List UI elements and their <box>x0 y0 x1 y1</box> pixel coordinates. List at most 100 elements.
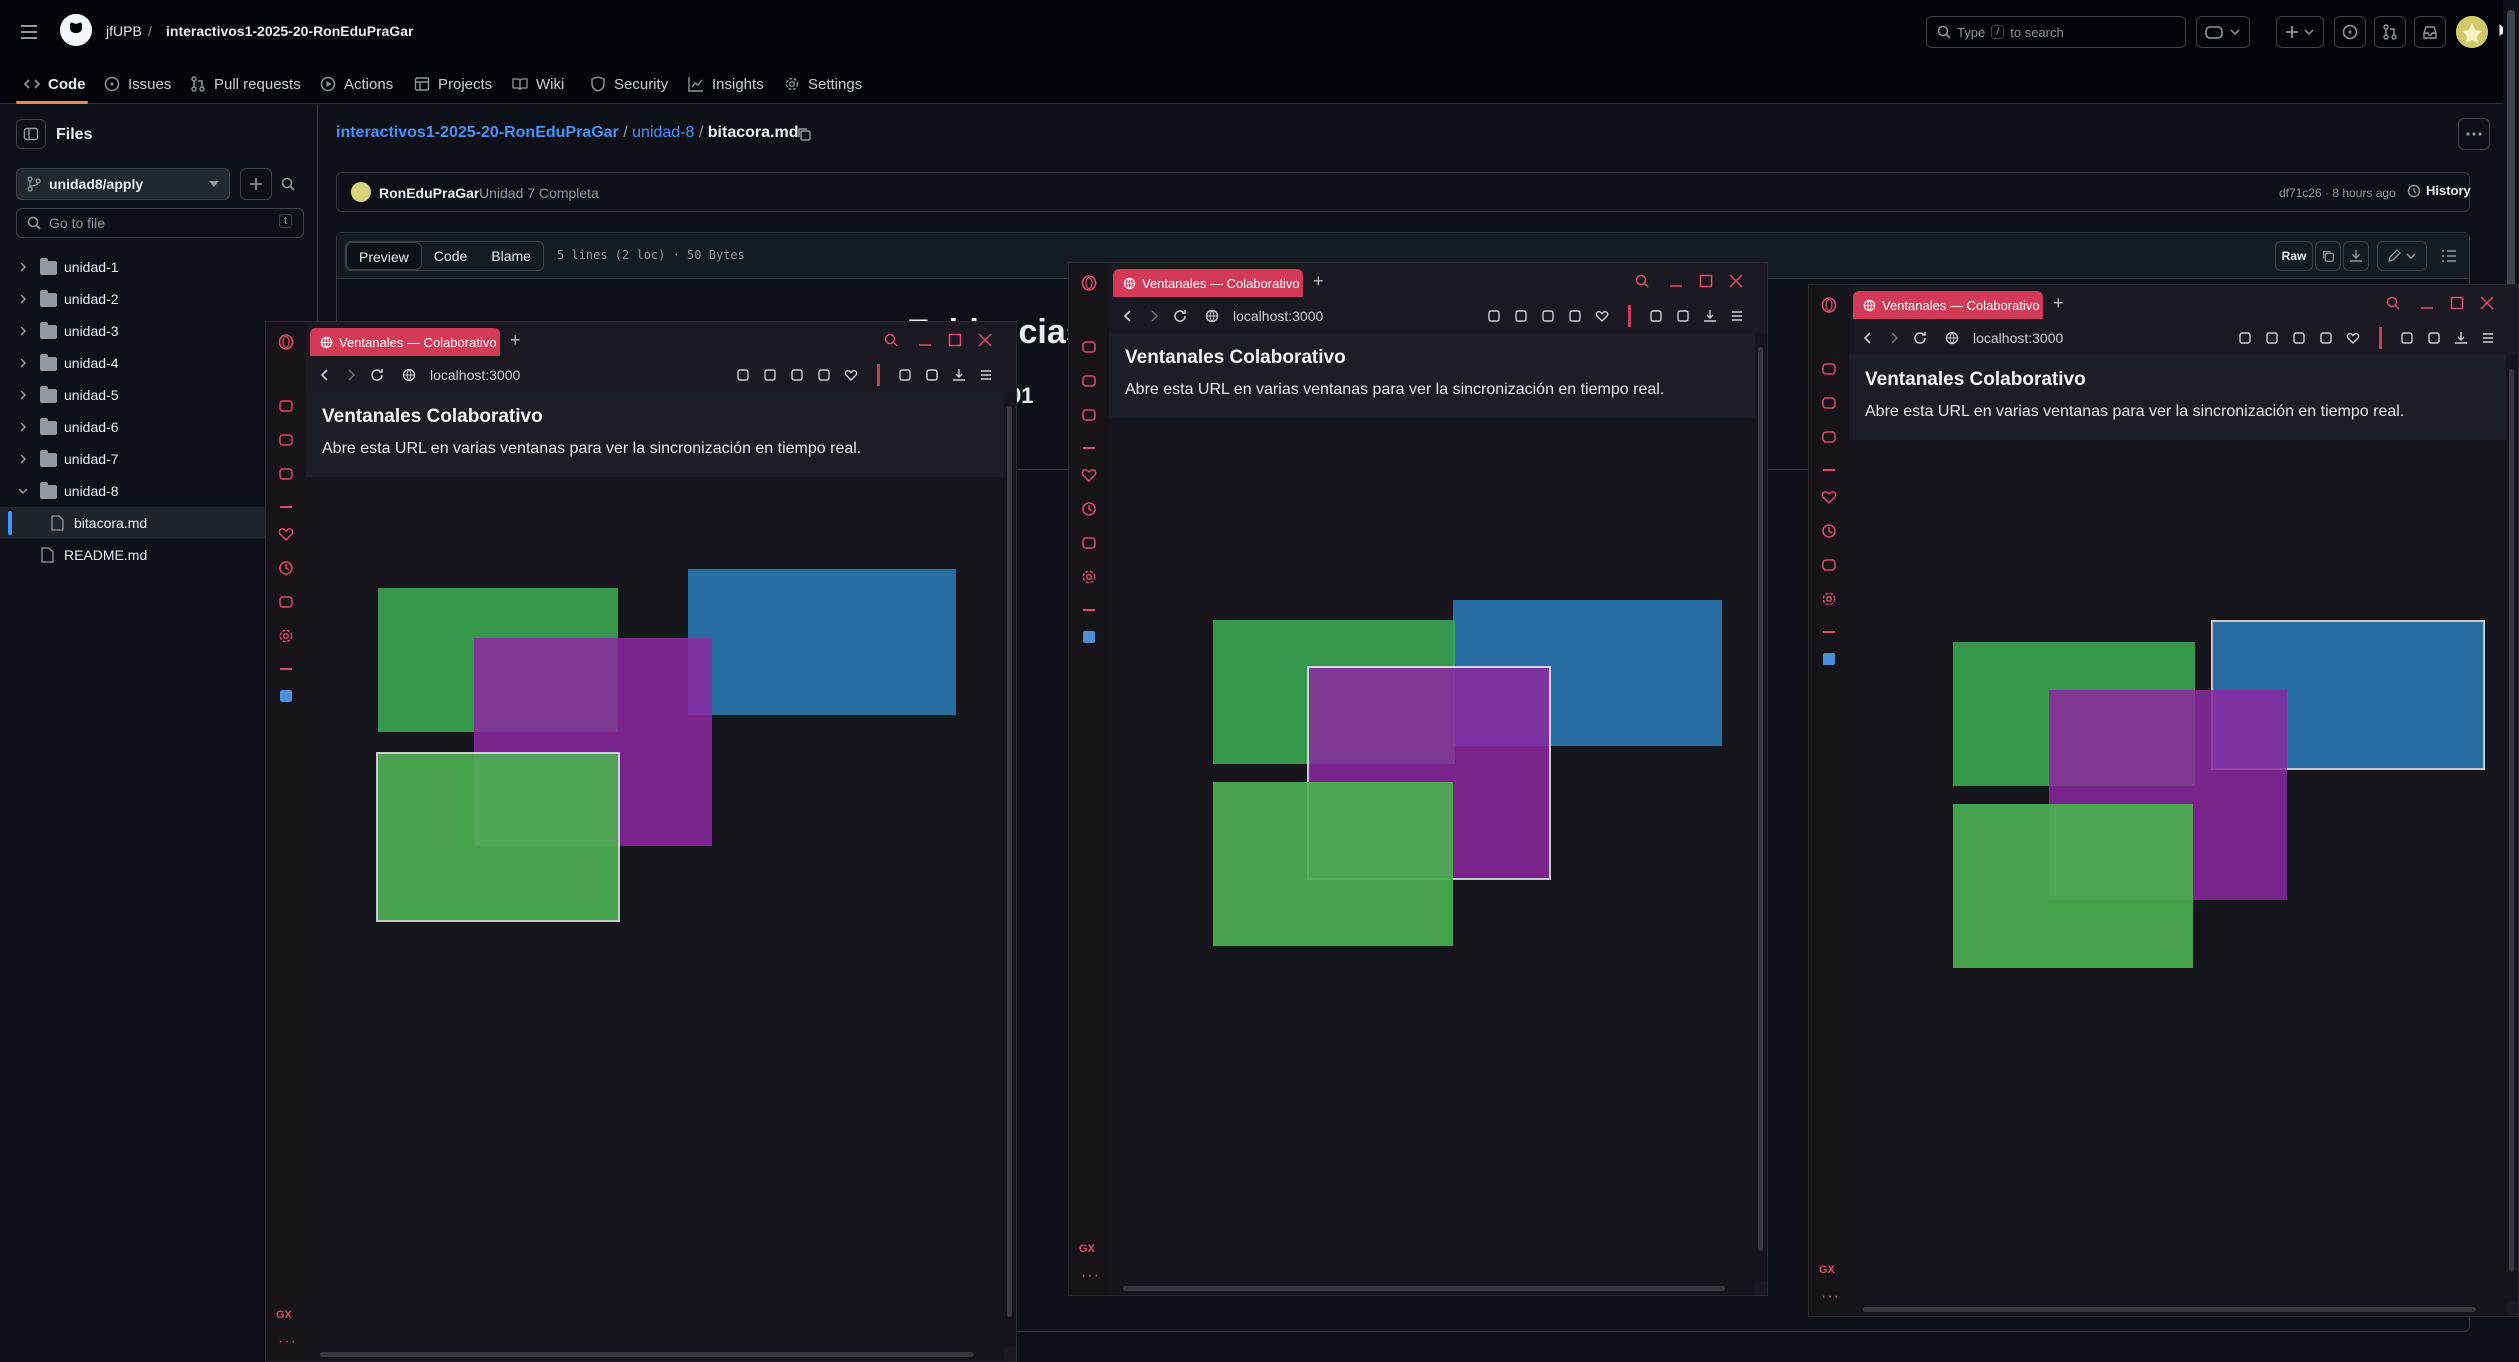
edit-button[interactable] <box>2377 241 2427 271</box>
easy-setup-icon[interactable] <box>2427 331 2441 345</box>
close-icon[interactable] <box>978 333 992 347</box>
new-tab-icon[interactable]: + <box>2053 293 2064 314</box>
browser-tab[interactable]: Ventanales — Colaborativo <box>1853 291 2043 319</box>
tab-blame[interactable]: Blame <box>479 242 543 270</box>
search-icon[interactable] <box>884 333 898 347</box>
settings-icon[interactable] <box>1821 591 1837 607</box>
extensions-icon[interactable] <box>1081 535 1097 551</box>
commit-hash-time[interactable]: df71c26 · 8 hours ago <box>2279 186 2396 200</box>
new-tab-icon[interactable]: + <box>1313 271 1324 292</box>
repo-link[interactable]: interactivos1-2025-20-RonEduPraGar <box>166 23 413 39</box>
tab-actions[interactable]: Actions <box>320 64 393 104</box>
tab-settings[interactable]: Settings <box>784 64 862 104</box>
tab-wiki[interactable]: Wiki <box>512 64 564 104</box>
easy-setup-icon[interactable] <box>925 368 939 382</box>
url-field[interactable]: localhost:3000 <box>1973 330 2063 346</box>
vertical-scrollbar-thumb[interactable] <box>1758 347 1763 1251</box>
heart-icon[interactable] <box>278 526 294 542</box>
tree-folder-item[interactable]: unidad-2 <box>0 283 316 315</box>
history-icon[interactable] <box>1081 501 1097 517</box>
speed-dial-icon[interactable] <box>278 432 294 448</box>
heart-icon[interactable] <box>844 368 858 382</box>
heart-icon[interactable] <box>1081 467 1097 483</box>
raw-button[interactable]: Raw <box>2275 241 2313 271</box>
heart-icon[interactable] <box>1595 309 1609 323</box>
menu-icon[interactable] <box>979 368 993 382</box>
horizontal-scrollbar[interactable] <box>1109 1281 1755 1295</box>
browser-tab[interactable]: Ventanales — Colaborativo <box>1113 269 1303 297</box>
adblock-icon[interactable] <box>790 368 804 382</box>
download-icon[interactable] <box>1703 309 1717 323</box>
download-icon[interactable] <box>952 368 966 382</box>
copy-path-icon[interactable] <box>796 126 812 142</box>
download-button[interactable] <box>2343 241 2369 271</box>
back-icon[interactable] <box>1121 309 1135 323</box>
app-icon[interactable] <box>1821 651 1837 667</box>
tab-code[interactable]: Code <box>422 242 479 270</box>
copy-raw-button[interactable] <box>2315 241 2341 271</box>
gx-label[interactable]: GX <box>1079 1243 1095 1255</box>
forward-icon[interactable] <box>1147 309 1161 323</box>
heart-icon[interactable] <box>1821 489 1837 505</box>
new-tab-icon[interactable]: + <box>510 330 521 351</box>
download-icon[interactable] <box>2454 331 2468 345</box>
horizontal-scrollbar[interactable] <box>306 1347 1004 1361</box>
create-new-button[interactable] <box>2276 16 2324 48</box>
speed-dial-icon[interactable] <box>1821 395 1837 411</box>
search-files-button[interactable] <box>272 168 304 200</box>
copilot-button[interactable] <box>2196 16 2250 48</box>
opera-logo-icon[interactable] <box>1081 275 1097 291</box>
blue-rect[interactable] <box>688 569 956 715</box>
green-rect-lower[interactable] <box>1953 804 2193 968</box>
commit-author[interactable]: RonEduPraGar <box>379 185 479 201</box>
snapshot-icon[interactable] <box>1514 309 1528 323</box>
extensions-icon[interactable] <box>278 594 294 610</box>
opera-logo-icon[interactable] <box>1821 297 1837 313</box>
opera-logo-icon[interactable] <box>278 334 294 350</box>
settings-icon[interactable] <box>278 628 294 644</box>
vertical-scrollbar[interactable] <box>1755 333 1767 1281</box>
extensions-icon[interactable] <box>898 368 912 382</box>
maximize-icon[interactable] <box>948 333 962 347</box>
hamburger-menu-icon[interactable] <box>14 17 44 47</box>
history-button[interactable]: History <box>2407 183 2471 198</box>
vertical-scrollbar-thumb[interactable] <box>1007 406 1012 1317</box>
tab-issues[interactable]: Issues <box>104 64 171 104</box>
settings-icon[interactable] <box>1081 569 1097 585</box>
gx-label[interactable]: GX <box>1819 1264 1835 1276</box>
vertical-scrollbar[interactable] <box>1004 392 1016 1347</box>
ai-icon[interactable] <box>278 466 294 482</box>
minimize-icon[interactable] <box>1669 274 1683 288</box>
app-icon[interactable] <box>1081 629 1097 645</box>
vertical-scrollbar[interactable] <box>2506 355 2518 1302</box>
url-field[interactable]: localhost:3000 <box>1233 308 1323 324</box>
chevron-right-icon[interactable] <box>18 390 28 400</box>
snapshot-icon[interactable] <box>763 368 777 382</box>
reload-icon[interactable] <box>1913 331 1927 345</box>
tab-projects[interactable]: Projects <box>414 64 492 104</box>
canvas-area[interactable] <box>1849 355 2506 1302</box>
messenger-icon[interactable] <box>1821 361 1837 377</box>
pin-icon[interactable] <box>1487 309 1501 323</box>
menu-icon[interactable] <box>2481 331 2495 345</box>
breadcrumb-repo-link[interactable]: interactivos1-2025-20-RonEduPraGar <box>336 124 619 141</box>
horizontal-scrollbar[interactable] <box>1849 1302 2506 1316</box>
maximize-icon[interactable] <box>1699 274 1713 288</box>
extensions-icon[interactable] <box>2400 331 2414 345</box>
issues-button[interactable] <box>2334 16 2366 48</box>
breadcrumb-dir-link[interactable]: unidad-8 <box>632 124 694 141</box>
messenger-icon[interactable] <box>1081 339 1097 355</box>
close-icon[interactable] <box>1729 274 1743 288</box>
green-rect-lower[interactable] <box>376 752 620 922</box>
sidebar-more-icon[interactable]: ··· <box>1821 1288 1840 1306</box>
back-icon[interactable] <box>318 368 332 382</box>
chevron-right-icon[interactable] <box>18 326 28 336</box>
history-icon[interactable] <box>278 560 294 576</box>
speed-dial-icon[interactable] <box>1081 373 1097 389</box>
tab-security[interactable]: Security <box>590 64 668 104</box>
chevron-right-icon[interactable] <box>18 454 28 464</box>
maximize-icon[interactable] <box>2450 296 2464 310</box>
horizontal-scrollbar-thumb[interactable] <box>320 1352 974 1357</box>
menu-icon[interactable] <box>1730 309 1744 323</box>
go-to-file-input[interactable]: Go to file t <box>16 208 304 238</box>
